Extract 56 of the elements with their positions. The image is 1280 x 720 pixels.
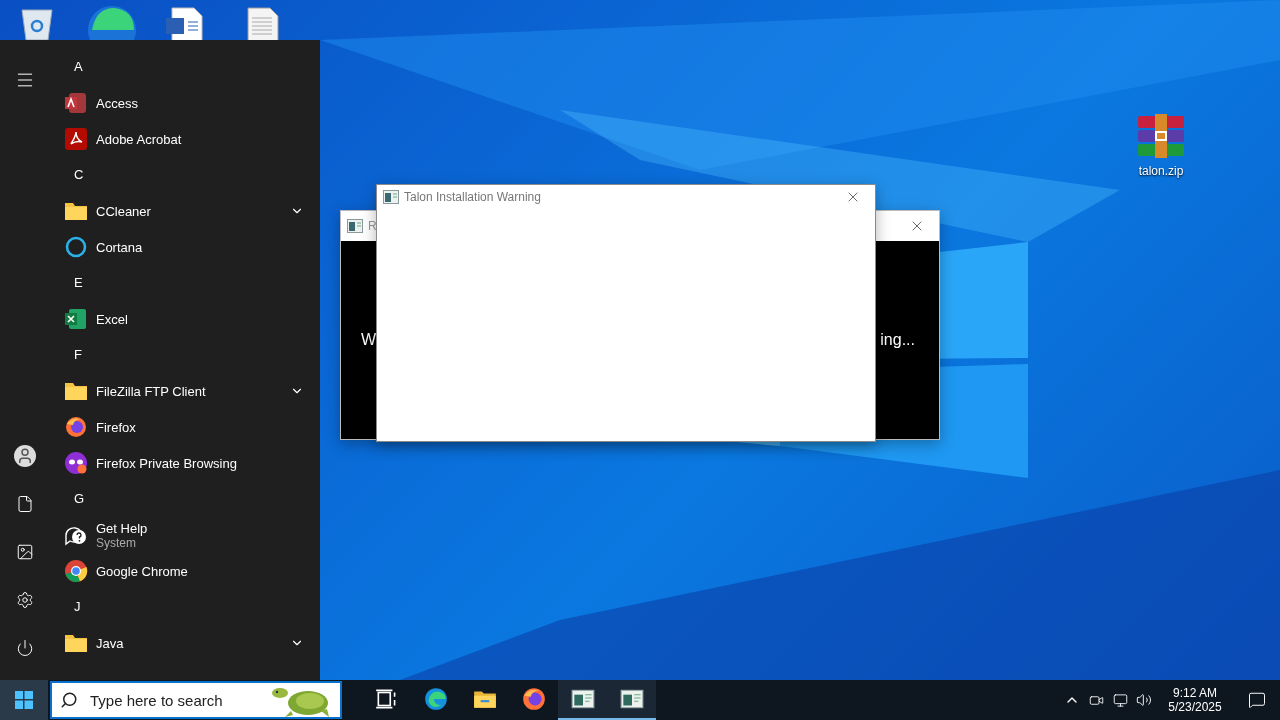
section-letter[interactable]: C [50,157,84,193]
taskbar-button[interactable] [607,680,656,720]
app-list-item[interactable]: Excel [50,301,320,337]
start-button[interactable] [0,680,48,720]
pdf-icon [64,127,88,151]
window-title: Talon Installation Warning [404,190,542,204]
app-list-item[interactable]: Adobe Acrobat [50,121,320,157]
app-list-item[interactable]: Google Chrome [50,553,320,589]
app-list-item[interactable]: Get Help System [50,517,320,553]
section-letter[interactable]: G [50,481,85,517]
app-name: Firefox [96,419,137,435]
window-text: W [361,331,377,349]
ring-icon [64,235,88,259]
text-document-icon[interactable] [244,4,280,42]
app-name: Firefox Private Browsing [96,455,238,471]
section-letter[interactable]: E [50,265,83,301]
window-icon [383,190,399,204]
clock-time[interactable]: 9:12 AM [1173,686,1217,700]
app-name: FileZilla FTP Client [96,383,207,399]
taskbar-button[interactable] [558,680,607,720]
chrome-icon [64,559,88,583]
archive-icon[interactable] [1136,114,1186,158]
section-letter[interactable]: J [50,589,81,625]
app-name: Get Help [96,520,149,536]
search-icon [60,691,78,709]
app-list-item[interactable]: CCleaner [50,193,320,229]
word-document-icon[interactable] [164,4,206,42]
search-box[interactable]: Type here to search [50,681,342,719]
access-icon [64,91,88,115]
app-list-item[interactable]: Java [50,625,320,661]
app-list-item[interactable]: Firefox [50,409,320,445]
app-name: Google Chrome [96,563,189,579]
app-name: Cortana [96,239,144,255]
firefox-icon [520,686,547,712]
windows-logo-icon [15,691,33,709]
section-letter[interactable]: F [50,337,82,373]
window-text: ing... [880,331,915,349]
file-label: talon.zip [1138,164,1184,178]
firefox-icon [64,415,88,439]
mask-icon [64,451,88,475]
app-list-item[interactable]: Access [50,85,320,121]
window-icon [347,219,363,233]
app-name: CCleaner [96,203,152,219]
edge-icon [422,686,449,712]
app-subtitle: System [96,535,136,550]
window-title: R [368,219,378,233]
app-list-item[interactable]: Firefox Private Browsing [50,445,320,481]
section-letter[interactable]: A [50,49,83,85]
app-name: Java [96,635,125,651]
excel-icon [64,307,88,331]
app-list-item[interactable]: Cortana [50,229,320,265]
app-name: Excel [96,311,129,327]
app-name: Adobe Acrobat [96,131,183,147]
app-name: Access [96,95,139,111]
clock-date[interactable]: 5/23/2025 [1168,700,1222,714]
app-list-item[interactable]: FileZilla FTP Client [50,373,320,409]
